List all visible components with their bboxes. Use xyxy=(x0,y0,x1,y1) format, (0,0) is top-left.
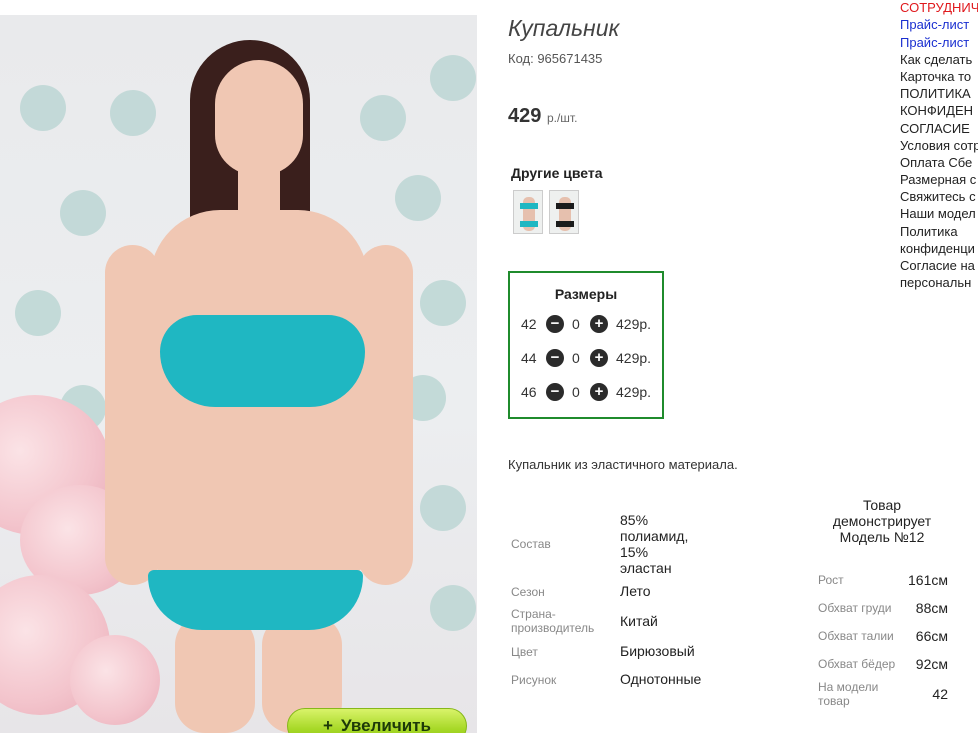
plus-icon[interactable]: + xyxy=(590,383,608,401)
price-unit: р./шт. xyxy=(546,111,578,125)
size-price: 429р. xyxy=(616,350,652,366)
model-value: 92см xyxy=(915,656,948,672)
menu-item-privacy-2[interactable]: конфиденци xyxy=(900,241,975,256)
model-heading: Товар демонстрирует Модель №12 xyxy=(832,497,932,545)
zoom-label: Увеличить xyxy=(340,716,431,733)
model-value: 42 xyxy=(932,686,948,702)
size-row: 44 − 0 + 429р. xyxy=(510,349,662,369)
menu-item-consent-2[interactable]: Согласие на xyxy=(900,258,975,273)
spec-value: Бирюзовый xyxy=(620,643,695,659)
spec-value: Лето xyxy=(620,583,651,599)
size-value: 42 xyxy=(521,316,537,332)
color-thumb-turquoise[interactable] xyxy=(513,190,543,234)
plus-icon[interactable]: + xyxy=(590,315,608,333)
product-description: Купальник из эластичного материала. xyxy=(508,457,738,472)
model-value: 66см xyxy=(915,628,948,644)
size-value: 44 xyxy=(521,350,537,366)
menu-item-terms[interactable]: Условия сотр xyxy=(900,138,978,153)
model-label: На модели товар xyxy=(818,680,879,708)
spec-label: Рисунок xyxy=(511,673,557,687)
spec-label: Сезон xyxy=(511,585,545,599)
minus-icon[interactable]: − xyxy=(546,315,564,333)
menu-item-policy-2[interactable]: Политика xyxy=(900,224,958,239)
plus-icon: + xyxy=(323,716,333,733)
menu-item-payment[interactable]: Оплата Сбе xyxy=(900,155,972,170)
spec-value: 85% полиамид, 15% эластан xyxy=(620,512,689,576)
menu-item-contact[interactable]: Свяжитесь с xyxy=(900,189,976,204)
quantity-value: 0 xyxy=(572,350,580,366)
model-value: 161см xyxy=(908,572,948,588)
size-price: 429р. xyxy=(616,384,652,400)
model-label: Обхват бёдер xyxy=(818,657,896,671)
size-value: 46 xyxy=(521,384,537,400)
menu-item-cooperation[interactable]: СОТРУДНИЧ xyxy=(900,0,978,15)
product-photo[interactable]: + Увеличить xyxy=(0,15,477,733)
quantity-value: 0 xyxy=(572,316,580,332)
spec-label: Страна-производитель xyxy=(511,607,595,635)
menu-item-personal-data[interactable]: персональн xyxy=(900,275,971,290)
product-code: Код: 965671435 xyxy=(508,51,603,66)
quantity-value: 0 xyxy=(572,384,580,400)
menu-item-size-chart[interactable]: Размерная с xyxy=(900,172,976,187)
model-label: Обхват талии xyxy=(818,629,894,643)
menu-item-price-list[interactable]: Прайс-лист xyxy=(900,17,969,32)
minus-icon[interactable]: − xyxy=(546,349,564,367)
spec-value: Китай xyxy=(620,613,658,629)
product-price: 429 р./шт. xyxy=(508,105,577,128)
menu-item-product-card[interactable]: Карточка то xyxy=(900,69,971,84)
menu-item-privacy[interactable]: КОНФИДЕН xyxy=(900,103,973,118)
sizes-panel: Размеры 42 − 0 + 429р. 44 − 0 + 429р. 46… xyxy=(508,271,664,419)
zoom-button[interactable]: + Увеличить xyxy=(287,708,467,733)
spec-label: Состав xyxy=(511,537,551,551)
menu-item-price-list-2[interactable]: Прайс-лист xyxy=(900,35,969,50)
model-value: 88см xyxy=(915,600,948,616)
spec-label: Цвет xyxy=(511,645,538,659)
size-row: 42 − 0 + 429р. xyxy=(510,315,662,335)
menu-item-consent[interactable]: СОГЛАСИЕ xyxy=(900,121,970,136)
size-row: 46 − 0 + 429р. xyxy=(510,383,662,403)
sizes-title: Размеры xyxy=(554,286,618,302)
product-title: Купальник xyxy=(508,15,620,41)
other-colors-title: Другие цвета xyxy=(511,165,603,181)
menu-item-models[interactable]: Наши модел xyxy=(900,206,976,221)
size-price: 429р. xyxy=(616,316,652,332)
spec-value: Однотонные xyxy=(620,671,702,687)
plus-icon[interactable]: + xyxy=(590,349,608,367)
menu-item-policy[interactable]: ПОЛИТИКА xyxy=(900,86,971,101)
price-value: 429 xyxy=(508,105,542,127)
model-label: Обхват груди xyxy=(818,601,892,615)
minus-icon[interactable]: − xyxy=(546,383,564,401)
side-menu: СОТРУДНИЧ Прайс-лист Прайс-лист Как сдел… xyxy=(900,0,978,330)
menu-item-how-to[interactable]: Как сделать xyxy=(900,52,972,67)
model-label: Рост xyxy=(818,573,844,587)
color-thumb-black[interactable] xyxy=(549,190,579,234)
